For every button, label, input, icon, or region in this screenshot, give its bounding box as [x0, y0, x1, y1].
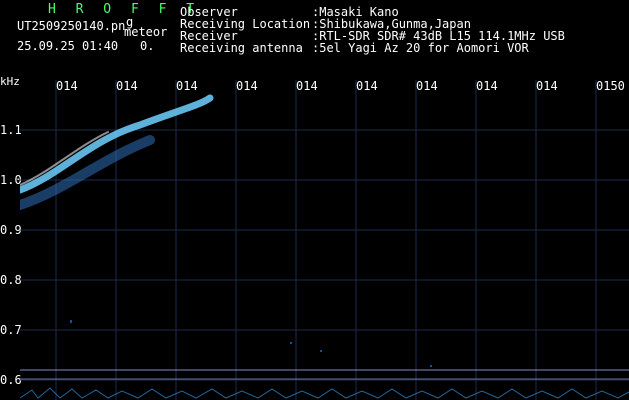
y-tick-0-6: 0.6 [0, 373, 22, 387]
baseline [20, 369, 629, 399]
grid [20, 80, 629, 400]
noise-speck [70, 320, 72, 323]
signal-trace [20, 94, 214, 210]
field-value-antenna: :5el Yagi Az 20 for Aomori VOR [312, 41, 529, 55]
y-tick-0-7: 0.7 [0, 323, 22, 337]
meteor-count: 0. [140, 39, 155, 53]
noise-specks [70, 320, 432, 367]
header: H R O F F T UT2509250140.pn g meteor 25.… [0, 0, 629, 76]
y-tick-0-8: 0.8 [0, 273, 22, 287]
label-meteor: meteor [124, 25, 168, 39]
bottom-noise-trace [20, 387, 629, 399]
noise-speck [430, 365, 432, 367]
doppler-trace-core [20, 131, 109, 186]
datetime: 25.09.25 01:40 [17, 39, 119, 53]
y-tick-1-1: 1.1 [0, 123, 22, 137]
y-tick-0-9: 0.9 [0, 223, 22, 237]
noise-speck [320, 350, 322, 352]
spectrogram-plot [20, 80, 629, 400]
noise-speck [290, 342, 292, 344]
y-tick-1-0: 1.0 [0, 173, 22, 187]
doppler-trace [20, 94, 214, 194]
app-brand: H R O F F T [48, 2, 201, 17]
field-label-antenna: Receiving antenna [180, 41, 303, 55]
file-name: UT2509250140.pn [17, 19, 126, 33]
